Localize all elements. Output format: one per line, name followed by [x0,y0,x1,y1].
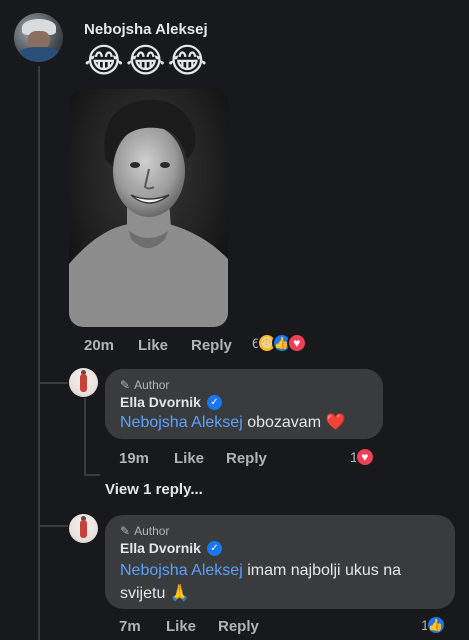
mention-link[interactable]: Nebojsha Aleksej [120,414,243,431]
author-badge: ✎ Author [120,524,170,538]
reaction-summary[interactable]: 6 😆 👍 ♥ [252,333,307,353]
comment-author-name[interactable]: Nebojsha Aleksej [84,21,208,38]
reaction-summary[interactable]: 1 👍 [421,615,446,635]
thread-line-branch-1 [38,382,68,384]
mention-link[interactable]: Nebojsha Aleksej [120,562,243,579]
thread-line-main [38,66,40,640]
reply-author-name[interactable]: Ella Dvornik ✓ [120,394,222,410]
reply-text-line-2: svijetu 🙏 [120,585,190,602]
reaction-summary[interactable]: 1 ♥ [350,447,375,467]
verified-badge-icon: ✓ [206,394,222,410]
love-reaction-icon: ♥ [354,447,375,467]
reply-time: 7m [119,618,141,635]
reply-button[interactable]: Reply [226,450,267,467]
comment-photo[interactable] [69,89,228,327]
reply-text: Nebojsha Aleksej obozavam ❤️ [120,414,346,431]
thread-line-sub-branch [84,474,100,476]
reply-button[interactable]: Reply [191,337,232,354]
comment-time: 20m [84,337,115,354]
like-button[interactable]: Like [174,450,204,467]
thread-line-branch-2 [38,525,68,527]
reply-time: 19m [119,450,150,467]
reply-author-name[interactable]: Ella Dvornik ✓ [120,540,222,556]
love-reaction-icon: ♥ [286,333,307,353]
pencil-icon: ✎ [120,524,131,538]
like-button[interactable]: Like [166,618,196,635]
like-button[interactable]: Like [138,337,168,354]
reply-avatar[interactable] [69,368,98,397]
comment-emoji-text: 😂😂😂 [84,42,210,80]
reply-text: Nebojsha Aleksej imam najbolji ukus na [120,562,402,579]
author-badge: ✎ Author [120,378,170,392]
pencil-icon: ✎ [120,378,131,392]
verified-badge-icon: ✓ [206,540,222,556]
reply-avatar[interactable] [69,514,98,543]
reply-button[interactable]: Reply [218,618,259,635]
avatar[interactable] [14,13,63,62]
thread-line-sub [84,398,86,476]
like-reaction-icon: 👍 [425,615,446,635]
view-replies-link[interactable]: View 1 reply... [105,481,203,498]
